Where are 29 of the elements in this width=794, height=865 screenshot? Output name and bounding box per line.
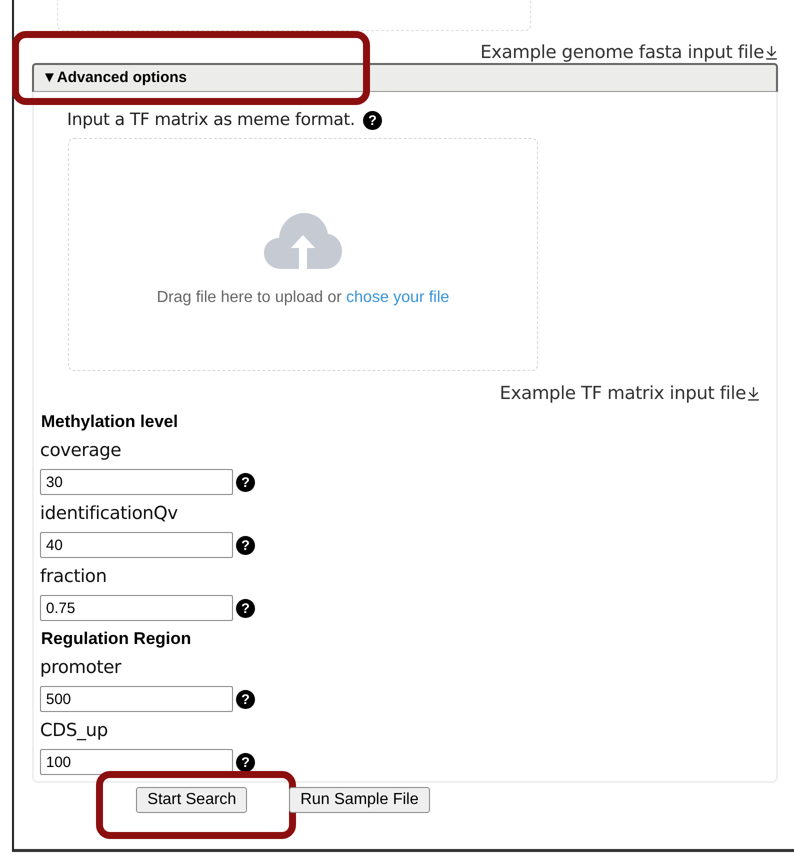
action-button[interactable]: Start Search [136, 787, 248, 813]
field-label: fraction [40, 565, 108, 589]
action-button[interactable]: Run Sample File [289, 787, 430, 813]
help-icon[interactable]: ? [236, 690, 255, 708]
cloud-upload-icon [264, 213, 342, 271]
help-icon[interactable]: ? [362, 110, 382, 130]
advanced-options-toggle[interactable]: ▼Advanced options [32, 63, 778, 92]
help-icon[interactable]: ? [236, 472, 255, 492]
example-file-link[interactable]: Example TF matrix input file [500, 383, 760, 404]
help-icon[interactable]: ? [236, 752, 255, 772]
field-label: promoter [40, 656, 122, 680]
field-label: coverage [40, 439, 122, 463]
upload-prompt: Input a TF matrix as meme format. [67, 110, 355, 130]
field-label: CDS_up [40, 719, 109, 743]
drop-instruction: Drag file here to upload or chose your file [156, 289, 450, 307]
help-icon[interactable]: ? [236, 598, 255, 618]
download-icon [765, 45, 778, 60]
example-file-link[interactable]: Example genome fasta input file [480, 42, 778, 63]
help-icon[interactable]: ? [236, 536, 255, 554]
input-field[interactable]: 40 [40, 532, 233, 558]
input-field[interactable]: 30 [40, 469, 233, 495]
upload-drop-zone[interactable]: Drag file here to upload or chose your file [68, 138, 538, 371]
input-field[interactable]: 100 [40, 749, 233, 775]
input-field[interactable]: 500 [40, 686, 233, 712]
section-heading: Methylation level [41, 412, 179, 432]
download-icon [747, 386, 760, 401]
section-heading: Regulation Region [41, 629, 192, 649]
field-label: identificationQv [40, 502, 179, 526]
input-field[interactable]: 0.75 [40, 595, 233, 621]
